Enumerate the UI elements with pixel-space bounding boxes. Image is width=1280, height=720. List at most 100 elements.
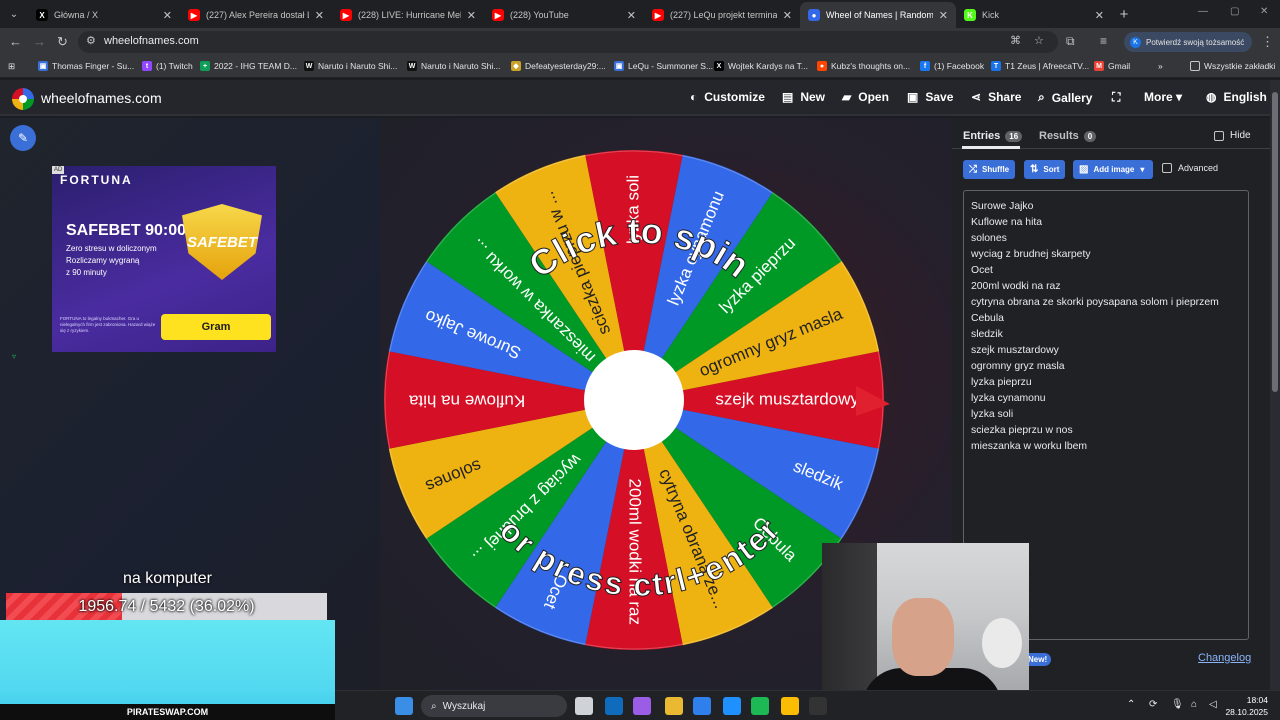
entry-line[interactable]: ogromny gryz masla bbox=[971, 359, 1241, 375]
url-bar[interactable]: ⚙ wheelofnames.com ⌘ ☆ bbox=[78, 31, 1058, 53]
entry-line[interactable]: lyzka soli bbox=[971, 407, 1241, 423]
chrome-icon[interactable] bbox=[781, 697, 799, 715]
entry-line[interactable]: 200ml wodki na raz bbox=[971, 279, 1241, 295]
bookmark-item[interactable]: ◆ Defeatyesterday29:... bbox=[511, 61, 606, 71]
bookmark-item[interactable]: ▣ Thomas Finger - Su... bbox=[38, 61, 134, 71]
menu-item[interactable]: ◐ Customize bbox=[690, 90, 765, 104]
bookmark-item[interactable]: ● Kubz's thoughts on... bbox=[817, 61, 910, 71]
hide-checkbox[interactable] bbox=[1214, 130, 1224, 141]
edit-pencil-button[interactable]: ✎ bbox=[10, 125, 36, 151]
close-tab-icon[interactable]: ✕ bbox=[1095, 9, 1104, 22]
hide-toggle[interactable]: Hide bbox=[1214, 130, 1251, 141]
entry-line[interactable]: mieszanka w worku lbem bbox=[971, 439, 1241, 455]
tray-mic-icon[interactable]: 🎙 bbox=[1171, 699, 1184, 710]
taskbar-clock[interactable]: 18:04 28.10.2025 bbox=[1225, 694, 1268, 718]
tray-sync-icon[interactable]: ⟳ bbox=[1149, 699, 1157, 710]
spotify-icon[interactable] bbox=[751, 697, 769, 715]
add-image-button[interactable]: ▨ Add image ▾ bbox=[1073, 160, 1153, 179]
ad-cta-button[interactable]: Gram bbox=[161, 314, 271, 340]
browser-tab[interactable]: ● Wheel of Names | Random nam ✕ bbox=[800, 2, 956, 28]
entry-line[interactable]: Ocet bbox=[971, 263, 1241, 279]
bookmark-star-icon[interactable]: ☆ bbox=[1034, 34, 1044, 47]
translate-icon[interactable]: ⌘ bbox=[1010, 34, 1021, 47]
menu-item[interactable]: ▰ Open bbox=[842, 90, 889, 104]
copilot-icon[interactable] bbox=[633, 697, 651, 715]
wheel-logo-icon[interactable] bbox=[12, 88, 34, 110]
bookmark-item[interactable]: T T1 Zeus | AfreecaTV... bbox=[991, 61, 1089, 71]
bookmark-item[interactable]: W Naruto i Naruto Shi... bbox=[304, 61, 397, 71]
extensions-icon[interactable]: ⧉ bbox=[1066, 34, 1075, 49]
entry-line[interactable]: cytryna obrana ze skorki poysapana solom… bbox=[971, 295, 1241, 311]
bookmark-item[interactable]: W Naruto i Naruto Shi... bbox=[407, 61, 500, 71]
wheel-center[interactable] bbox=[584, 350, 684, 450]
back-icon[interactable]: ← bbox=[9, 34, 22, 49]
ad-choices-icon[interactable]: ▿ bbox=[12, 352, 16, 361]
menu-item[interactable]: ⛶ bbox=[1112, 90, 1127, 105]
browser-tab[interactable]: ▶ (227) Alex Pereira dostał LEKCJĘ ✕ bbox=[180, 2, 332, 28]
browser-tab[interactable]: ▶ (228) YouTube ✕ bbox=[484, 2, 644, 28]
sort-button[interactable]: ⇅ Sort bbox=[1024, 160, 1066, 179]
task-view-icon[interactable] bbox=[575, 697, 593, 715]
browser-tab[interactable]: ▶ (227) LeQu projekt terminator ✕ bbox=[644, 2, 800, 28]
maximize-icon[interactable]: ▢ bbox=[1230, 6, 1239, 17]
bookmark-item[interactable]: X Wojtek Kardys na T... bbox=[714, 61, 808, 71]
reading-list-icon[interactable]: ≡ bbox=[1100, 34, 1107, 48]
taskbar-search[interactable]: ⌕ Wyszukaj bbox=[421, 695, 567, 717]
tab-entries[interactable]: Entries 16 bbox=[963, 130, 1023, 142]
entry-line[interactable]: sciezka pieprzu w nos bbox=[971, 423, 1241, 439]
advanced-toggle[interactable]: Advanced bbox=[1162, 163, 1218, 173]
close-tab-icon[interactable]: ✕ bbox=[939, 9, 948, 22]
tray-chevron-icon[interactable]: ⌃ bbox=[1127, 699, 1135, 710]
apps-grid-icon[interactable]: ⊞ bbox=[8, 61, 15, 72]
close-tab-icon[interactable]: ✕ bbox=[163, 9, 172, 22]
entry-line[interactable]: lyzka cynamonu bbox=[971, 391, 1241, 407]
close-window-icon[interactable]: ✕ bbox=[1260, 6, 1268, 17]
tray-volume-icon[interactable]: ◁ bbox=[1209, 699, 1217, 710]
scrollbar-thumb[interactable] bbox=[1272, 92, 1278, 392]
menu-item[interactable]: ▤ New bbox=[782, 90, 825, 104]
entry-line[interactable]: lyzka pieprzu bbox=[971, 375, 1241, 391]
windows-start-icon[interactable] bbox=[395, 697, 413, 715]
entry-line[interactable]: Kuflowe na hita bbox=[971, 215, 1241, 231]
shuffle-button[interactable]: ⤮ Shuffle bbox=[963, 160, 1016, 179]
menu-item[interactable]: More ▾ bbox=[1144, 90, 1182, 104]
spin-wheel[interactable]: szejk musztardowysledzikCebulacytryna ob… bbox=[384, 148, 894, 658]
entry-line[interactable]: solones bbox=[971, 231, 1241, 247]
outlook-icon[interactable] bbox=[605, 697, 623, 715]
verify-identity-button[interactable]: K Potwierdź swoją tożsamość bbox=[1124, 32, 1252, 52]
file-explorer-icon[interactable] bbox=[665, 697, 683, 715]
browser-tab[interactable]: ▶ (228) LIVE: Hurricane Melissa ... ✕ bbox=[332, 2, 484, 28]
all-bookmarks-folder[interactable]: Wszystkie zakładki bbox=[1190, 61, 1275, 71]
bookmark-item[interactable]: f (1) Facebook bbox=[920, 61, 984, 71]
advanced-checkbox[interactable] bbox=[1162, 163, 1172, 173]
forward-icon[interactable]: → bbox=[33, 34, 46, 49]
entry-line[interactable]: sledzik bbox=[971, 327, 1241, 343]
tab-results[interactable]: Results 0 bbox=[1039, 130, 1097, 142]
site-brand[interactable]: wheelofnames.com bbox=[41, 90, 162, 106]
close-tab-icon[interactable]: ✕ bbox=[467, 9, 476, 22]
browser-menu-icon[interactable]: ⋮ bbox=[1261, 34, 1274, 50]
url-text[interactable]: wheelofnames.com bbox=[104, 35, 199, 47]
bookmark-item[interactable]: +2022 - IHG TEAM D... bbox=[200, 61, 297, 71]
menu-item[interactable]: ⋖ Share bbox=[971, 90, 1021, 104]
close-tab-icon[interactable]: ✕ bbox=[783, 9, 792, 22]
browser-tab[interactable]: K Kick ✕ bbox=[956, 2, 1112, 28]
fortuna-ad[interactable]: AD FORTUNA SAFEBET 90:00 Zero stresu w d… bbox=[52, 166, 276, 352]
bookmark-item[interactable]: M Gmail bbox=[1094, 61, 1130, 71]
entry-line[interactable]: szejk musztardowy bbox=[971, 343, 1241, 359]
page-scrollbar[interactable] bbox=[1270, 80, 1280, 690]
menu-item[interactable]: ▣ Save bbox=[907, 90, 953, 104]
entry-line[interactable]: Surowe Jajko bbox=[971, 199, 1241, 215]
entry-line[interactable]: Cebula bbox=[971, 311, 1241, 327]
tab-search-icon[interactable]: ⌄ bbox=[0, 0, 28, 28]
entry-line[interactable]: wyciag z brudnej skarpety bbox=[971, 247, 1241, 263]
twitch-icon[interactable] bbox=[723, 697, 741, 715]
bookmark-item[interactable]: t (1) Twitch bbox=[142, 61, 193, 71]
more-bookmarks-button[interactable]: » bbox=[1158, 61, 1163, 71]
close-tab-icon[interactable]: ✕ bbox=[627, 9, 636, 22]
obs-icon[interactable] bbox=[809, 697, 827, 715]
store-icon[interactable] bbox=[693, 697, 711, 715]
reload-icon[interactable]: ↻ bbox=[57, 34, 68, 50]
bookmark-item[interactable]: ▣ LeQu - Summoner S... bbox=[614, 61, 713, 71]
menu-item[interactable]: ⌕ Gallery bbox=[1038, 90, 1092, 105]
